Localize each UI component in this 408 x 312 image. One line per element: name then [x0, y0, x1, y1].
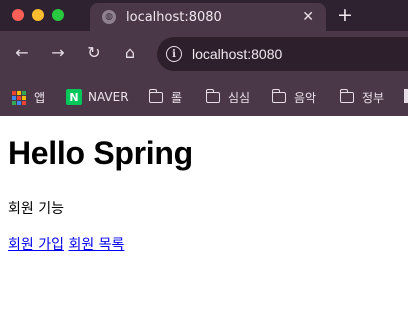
home-icon[interactable]: ⌂ [119, 43, 141, 62]
bookmark-label: 정부 [362, 91, 385, 105]
bookmark-folder-lol[interactable]: 롤 [148, 89, 183, 106]
member-links: 회원 가입 회원 목록 [8, 234, 400, 254]
tab-title: localhost:8080 [126, 9, 222, 25]
tab-localhost[interactable]: ◍ localhost:8080 ✕ [90, 3, 326, 31]
bookmark-naver[interactable]: N NAVER [66, 89, 129, 105]
folder-icon [148, 89, 163, 103]
member-signup-link[interactable]: 회원 가입 [8, 237, 64, 253]
bookmark-folder-music[interactable]: 음악 [271, 89, 317, 106]
bookmarks-bar: 앱 N NAVER 롤 심심 음악 정부 [0, 78, 408, 116]
bookmark-label: 심심 [228, 91, 251, 105]
bookmark-label: 음악 [294, 91, 317, 105]
close-tab-icon[interactable]: ✕ [302, 9, 314, 25]
apps-grid-icon [12, 90, 26, 105]
naver-logo-icon: N [66, 89, 82, 105]
bookmark-apps[interactable]: 앱 [12, 89, 45, 106]
bookmark-folder-simsim[interactable]: 심심 [205, 89, 251, 106]
tab-bar: ◍ localhost:8080 ✕ + [0, 0, 408, 31]
forward-arrow-icon[interactable]: → [47, 43, 69, 62]
folder-icon [339, 89, 354, 103]
url-text[interactable]: localhost:8080 [192, 46, 282, 62]
minimize-window-button[interactable] [32, 9, 44, 21]
folder-icon [271, 89, 286, 103]
browser-toolbar: ← → ↻ ⌂ i localhost:8080 [0, 31, 408, 78]
maximize-window-button[interactable] [52, 9, 64, 21]
bookmark-label: NAVER [88, 90, 129, 104]
back-arrow-icon[interactable]: ← [11, 43, 33, 62]
site-info-icon[interactable]: i [166, 46, 182, 62]
member-feature-label: 회원 기능 [8, 201, 64, 217]
more-bookmarks-icon[interactable] [404, 89, 408, 103]
globe-icon: ◍ [102, 10, 116, 24]
address-bar[interactable]: i localhost:8080 [157, 37, 408, 71]
window-controls [12, 9, 64, 21]
reload-icon[interactable]: ↻ [83, 43, 105, 62]
bookmark-folder-government[interactable]: 정부 [339, 89, 385, 106]
page-title: Hello Spring [8, 135, 193, 171]
new-tab-button[interactable]: + [337, 4, 353, 26]
member-list-link[interactable]: 회원 목록 [68, 237, 124, 253]
close-window-button[interactable] [12, 9, 24, 21]
page-content: Hello Spring 회원 기능 회원 가입 회원 목록 [0, 135, 408, 254]
folder-icon [205, 89, 220, 103]
bookmark-label: 앱 [34, 91, 46, 105]
bookmark-label: 롤 [171, 91, 183, 105]
browser-chrome: ◍ localhost:8080 ✕ + ← → ↻ ⌂ i localhost… [0, 0, 408, 116]
